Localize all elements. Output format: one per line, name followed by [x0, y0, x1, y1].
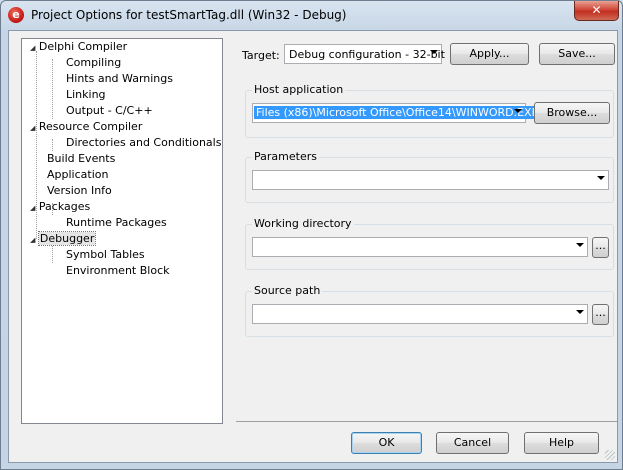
close-button[interactable]: ✕: [574, 1, 619, 21]
tree-item-build-events[interactable]: Build Events: [47, 151, 115, 167]
tree-item-symbol-tables[interactable]: Symbol Tables: [66, 247, 145, 263]
tree-item-label: Symbol Tables: [66, 248, 145, 261]
tree-item-environment-block[interactable]: Environment Block: [66, 263, 170, 279]
collapse-triangle-icon[interactable]: ◢: [30, 124, 35, 132]
host-application-combo[interactable]: Files (x86)\Microsoft Office\Office14\WI…: [252, 103, 541, 123]
apply-button[interactable]: Apply...: [450, 43, 529, 65]
browse-host-button[interactable]: Browse...: [534, 102, 610, 124]
tree-item-debugger[interactable]: ◢ Debugger: [30, 231, 97, 247]
save-button[interactable]: Save...: [539, 43, 615, 65]
tree-item-label: Application: [47, 168, 109, 181]
tree-item-packages[interactable]: ◢ Packages: [30, 199, 90, 215]
collapse-triangle-icon[interactable]: ◢: [30, 204, 35, 212]
tree-item-output-c-cpp[interactable]: Output - C/C++: [66, 103, 153, 119]
tree-item-label: Build Events: [47, 152, 116, 165]
tree-item-label: Runtime Packages: [66, 216, 167, 229]
tree-item-label: Resource Compiler: [38, 120, 143, 133]
project-options-window: e Project Options for testSmartTag.dll (…: [0, 0, 623, 470]
tree-item-label: Output - C/C++: [66, 104, 153, 117]
tree-item-application[interactable]: Application: [47, 167, 108, 183]
tree-item-label: Version Info: [47, 184, 112, 197]
chevron-down-icon: [576, 243, 584, 247]
cancel-button[interactable]: Cancel: [436, 432, 509, 454]
collapse-triangle-icon[interactable]: ◢: [30, 44, 35, 52]
host-application-title: Host application: [252, 83, 346, 96]
tree-item-label: Delphi Compiler: [38, 40, 128, 53]
window-title: Project Options for testSmartTag.dll (Wi…: [31, 8, 347, 22]
tree-item-label: Environment Block: [66, 264, 170, 277]
working-directory-combo[interactable]: [252, 237, 588, 257]
collapse-triangle-icon[interactable]: ◢: [30, 236, 35, 244]
tree-line: [52, 139, 53, 151]
ok-button[interactable]: OK: [351, 432, 422, 454]
chevron-down-icon: [430, 50, 438, 54]
tree-item-linking[interactable]: Linking: [66, 87, 106, 103]
chevron-down-icon: [576, 310, 584, 314]
working-directory-title: Working directory: [252, 217, 354, 230]
tree-item-runtime-packages[interactable]: Runtime Packages: [66, 215, 167, 231]
tree-item-delphi-compiler[interactable]: ◢ Delphi Compiler: [30, 39, 127, 55]
browse-working-directory-button[interactable]: ...: [592, 237, 609, 258]
tree-item-label: Debugger: [37, 231, 97, 246]
parameters-title: Parameters: [252, 150, 319, 163]
delphi-logo-icon: e: [8, 7, 24, 23]
help-button[interactable]: Help: [524, 432, 599, 454]
tree-item-version-info[interactable]: Version Info: [47, 183, 112, 199]
options-tree[interactable]: ◢ Delphi Compiler Compiling Hints and Wa…: [21, 38, 223, 424]
parameters-combo[interactable]: [252, 170, 609, 190]
host-application-value[interactable]: Files (x86)\Microsoft Office\Office14\WI…: [254, 106, 541, 119]
tree-item-label: Directories and Conditionals: [66, 136, 222, 149]
dialog-client-area: ◢ Delphi Compiler Compiling Hints and Wa…: [8, 30, 618, 463]
resize-grip-icon[interactable]: [605, 450, 615, 460]
tree-item-label: Linking: [66, 88, 106, 101]
tree-item-label: Packages: [38, 200, 91, 213]
source-path-title: Source path: [252, 284, 323, 297]
tree-line: [52, 59, 53, 119]
tree-item-compiling[interactable]: Compiling: [66, 55, 121, 71]
target-select[interactable]: Debug configuration - 32-bit: [284, 44, 445, 64]
footer-divider: [236, 421, 617, 422]
tree-item-hints-and-warnings[interactable]: Hints and Warnings: [66, 71, 173, 87]
tree-item-label: Compiling: [66, 56, 122, 69]
tree-item-resource-compiler[interactable]: ◢ Resource Compiler: [30, 119, 142, 135]
target-value: Debug configuration - 32-bit: [289, 48, 445, 61]
title-bar[interactable]: e Project Options for testSmartTag.dll (…: [1, 1, 622, 29]
tree-item-directories-and-conditionals[interactable]: Directories and Conditionals: [66, 135, 221, 151]
tree-item-label: Hints and Warnings: [66, 72, 173, 85]
source-path-combo[interactable]: [252, 304, 588, 324]
chevron-down-icon: [514, 109, 522, 113]
chevron-down-icon: [597, 176, 605, 180]
target-label: Target:: [242, 49, 280, 62]
browse-source-path-button[interactable]: ...: [592, 304, 609, 325]
